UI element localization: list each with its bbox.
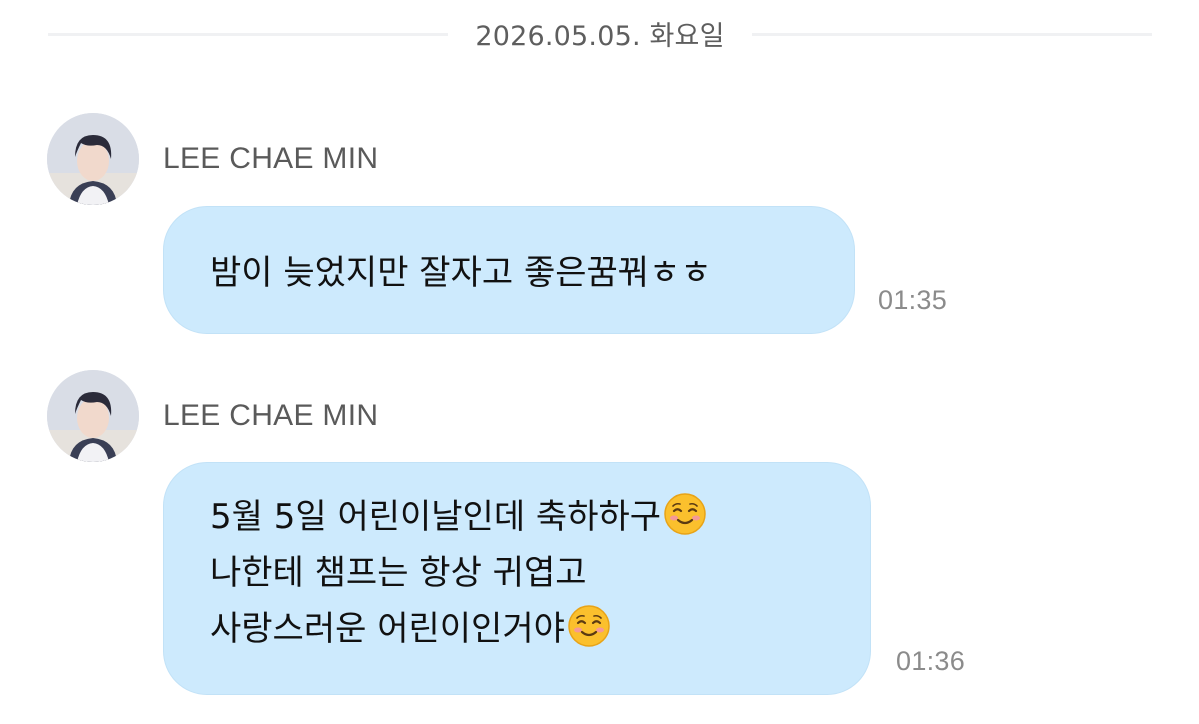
message-text-line: 밤이 늦었지만 잘자고 좋은꿈꿔ㅎㅎ: [210, 253, 712, 293]
message-bubble[interactable]: 5월 5일 어린이날인데 축하하구 나한테 챔프는 항상 귀엽고 사랑스러운 어…: [163, 462, 871, 695]
message-bubble[interactable]: 밤이 늦었지만 잘자고 좋은꿈꿔ㅎㅎ: [163, 206, 855, 334]
message-timestamp: 01:35: [878, 285, 948, 315]
message-text: 사랑스러운 어린이인거야: [210, 609, 565, 649]
message-text-line: 사랑스러운 어린이인거야: [210, 601, 870, 657]
date-divider-line-right: [752, 33, 1152, 36]
message-text-line: 나한테 챔프는 항상 귀엽고: [210, 553, 587, 593]
sender-name: LEE CHAE MIN: [163, 399, 379, 432]
avatar[interactable]: [47, 113, 139, 205]
date-divider-line-left: [48, 33, 448, 36]
message-text: 5월 5일 어린이날인데 축하하구: [210, 497, 662, 537]
date-divider: 2026.05.05. 화요일: [0, 0, 1199, 68]
sender-name: LEE CHAE MIN: [163, 142, 379, 175]
avatar[interactable]: [47, 370, 139, 462]
message-timestamp: 01:36: [896, 646, 966, 676]
date-divider-text: 2026.05.05. 화요일: [475, 21, 725, 52]
smiling-face-emoji-icon: [664, 493, 706, 535]
message-text-line: 5월 5일 어린이날인데 축하하구: [210, 489, 870, 545]
smiling-face-emoji-icon: [568, 605, 610, 647]
